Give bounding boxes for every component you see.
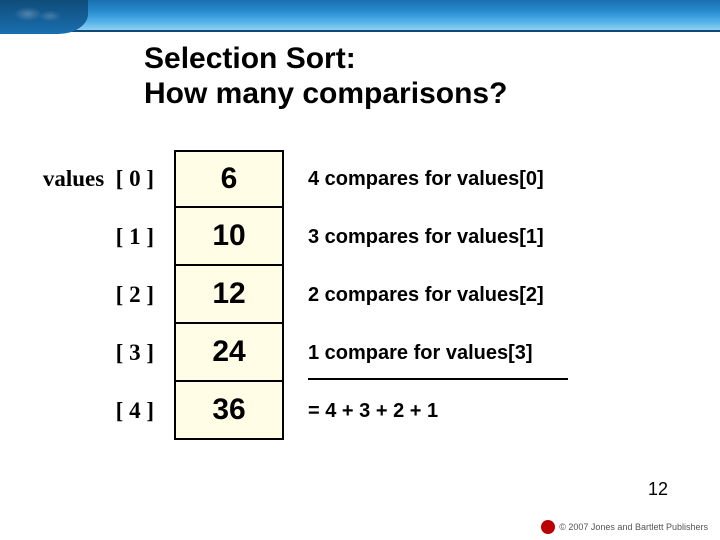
array-label-1: [ 1 ]	[38, 208, 156, 266]
index-label: [ 1 ]	[116, 224, 154, 249]
array-cell-2: 12	[174, 266, 284, 324]
cell-value: 24	[212, 335, 245, 369]
note-text: = 4 + 3 + 2 + 1	[308, 400, 438, 423]
note-text: 4 compares for values[0]	[308, 168, 544, 191]
array-cell-1: 10	[174, 208, 284, 266]
array-cell-3: 24	[174, 324, 284, 382]
cell-value: 12	[212, 277, 245, 311]
compare-sum: = 4 + 3 + 2 + 1	[302, 382, 632, 440]
cell-value: 36	[212, 393, 245, 427]
array-variable-name: values	[43, 166, 104, 191]
note-text: 2 compares for values[2]	[308, 284, 544, 307]
index-label: [ 0 ]	[116, 166, 154, 191]
corner-decoration	[0, 0, 88, 34]
compare-note-0: 4 compares for values[0]	[302, 150, 632, 208]
slide-title: Selection Sort: How many comparisons?	[144, 42, 507, 111]
copyright-footer: © 2007 Jones and Bartlett Publishers	[541, 520, 708, 534]
title-line-2: How many comparisons?	[144, 77, 507, 110]
sum-divider-line	[308, 378, 568, 380]
page-number: 12	[648, 479, 668, 500]
cell-value: 6	[221, 162, 238, 196]
compare-note-3: 1 compare for values[3]	[302, 324, 632, 382]
array-label-4: [ 4 ]	[38, 382, 156, 440]
index-label: [ 4 ]	[116, 398, 154, 423]
title-line-1: Selection Sort:	[144, 42, 356, 75]
index-label: [ 3 ]	[116, 340, 154, 365]
cell-value: 10	[212, 219, 245, 253]
index-label: [ 2 ]	[116, 282, 154, 307]
copyright-text: © 2007 Jones and Bartlett Publishers	[559, 522, 708, 532]
note-text: 1 compare for values[3]	[308, 342, 533, 365]
array-diagram: values [ 0 ] 6 4 compares for values[0] …	[38, 150, 632, 440]
compare-note-2: 2 compares for values[2]	[302, 266, 632, 324]
publisher-logo-icon	[541, 520, 555, 534]
array-cell-4: 36	[174, 382, 284, 440]
compare-note-1: 3 compares for values[1]	[302, 208, 632, 266]
array-label-3: [ 3 ]	[38, 324, 156, 382]
note-text: 3 compares for values[1]	[308, 226, 544, 249]
array-label-2: [ 2 ]	[38, 266, 156, 324]
array-label-0: values [ 0 ]	[38, 150, 156, 208]
array-cell-0: 6	[174, 150, 284, 208]
header-bar	[0, 0, 720, 32]
